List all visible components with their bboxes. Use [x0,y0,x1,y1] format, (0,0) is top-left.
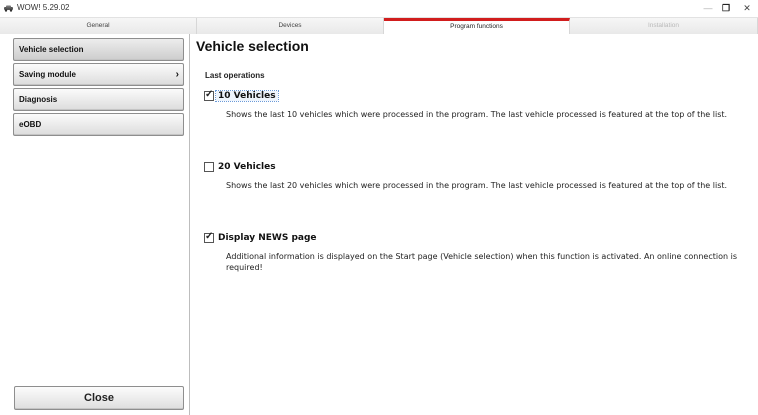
option-description: Shows the last 20 vehicles which were pr… [226,181,728,190]
tab-program-functions[interactable]: Program functions [384,18,570,34]
checkbox-display-news-page[interactable] [204,231,214,243]
tab-general[interactable]: General [0,18,197,34]
option-label[interactable]: 10 Vehicles [215,90,279,102]
option-10-vehicles[interactable]: 10 Vehicles [204,89,279,103]
main-panel: Vehicle selection Last operations 10 Veh… [191,34,758,415]
tab-devices[interactable]: Devices [197,18,384,34]
option-20-vehicles[interactable]: 20 Vehicles [204,160,278,174]
checkbox-10-vehicles[interactable] [204,89,214,101]
checkbox-20-vehicles[interactable] [204,162,214,172]
option-label[interactable]: Display NEWS page [216,233,319,243]
option-display-news-page[interactable]: Display NEWS page [204,231,319,245]
sidebar-item-vehicle-selection[interactable]: Vehicle selection [13,38,184,61]
sidebar-item-label: Saving module [19,70,76,79]
maximize-button[interactable]: ❐ [718,2,734,15]
section-label: Last operations [205,71,265,80]
sidebar-item-saving-module[interactable]: Saving module › [13,63,184,86]
sidebar: Vehicle selection Saving module › Diagno… [0,34,190,415]
window-title-bar: WOW! 5.29.02 — ❐ ✕ [0,0,758,18]
sidebar-item-label: eOBD [19,120,42,129]
sidebar-item-label: Vehicle selection [19,45,84,54]
minimize-button[interactable]: — [700,2,716,15]
close-window-button[interactable]: ✕ [739,2,755,15]
option-label[interactable]: 20 Vehicles [216,162,278,172]
page-title: Vehicle selection [196,38,309,54]
option-description: Shows the last 10 vehicles which were pr… [226,110,728,119]
sidebar-item-diagnosis[interactable]: Diagnosis [13,88,184,111]
chevron-right-icon: › [175,69,179,80]
car-icon [4,5,13,12]
option-description: Additional information is displayed on t… [226,252,737,272]
tab-installation: Installation [570,18,758,34]
close-button[interactable]: Close [14,386,184,410]
sidebar-item-eobd[interactable]: eOBD [13,113,184,136]
window-title: WOW! 5.29.02 [17,3,70,12]
tab-bar: General Devices Program functions Instal… [0,18,758,34]
sidebar-item-label: Diagnosis [19,95,58,104]
